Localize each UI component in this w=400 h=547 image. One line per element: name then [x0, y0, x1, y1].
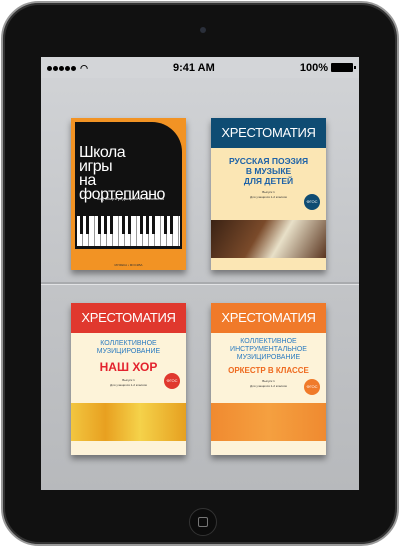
publisher: МУЗЫКА • МОСКВА: [114, 263, 143, 267]
battery-icon: [331, 63, 356, 73]
home-icon: [198, 517, 208, 527]
book-shkola-igry[interactable]: Школа игры на фортепиано под общей редакцие…: [71, 118, 186, 270]
book-title: ОРКЕСТР В КЛАССЕ: [228, 366, 309, 375]
book-nash-khor[interactable]: ХРЕСТОМАТИЯ КОЛЛЕКТИВНОЕ МУЗИЦИРОВАНИЕ НА…: [71, 303, 186, 455]
status-bar: ◠ 9:41 AM 100%: [41, 57, 359, 78]
series-band: ХРЕСТОМАТИЯ: [71, 303, 186, 333]
book-editor: под общей редакцией А. Николаева: [97, 196, 164, 201]
birds-illustration: [71, 403, 186, 441]
book-subtitle: КОЛЛЕКТИВНОЕ ИНСТРУМЕНТАЛЬНОЕ МУЗИЦИРОВАНИ…: [230, 338, 307, 361]
camera: [200, 27, 206, 33]
book-title: НАШ ХОР: [99, 360, 158, 374]
home-button[interactable]: [189, 508, 217, 536]
series-band: ХРЕСТОМАТИЯ: [211, 118, 326, 148]
cover-illustration: [211, 220, 326, 258]
book-subtitle: КОЛЛЕКТИВНОЕ МУЗИЦИРОВАНИЕ: [96, 340, 161, 355]
series-band: ХРЕСТОМАТИЯ: [211, 303, 326, 333]
book-title: Школа игры на фортепиано: [79, 144, 165, 203]
battery-percent: 100%: [299, 61, 328, 74]
status-time: 9:41 AM: [173, 61, 215, 74]
book-orkestr-v-klasse[interactable]: ХРЕСТОМАТИЯ КОЛЛЕКТИВНОЕ ИНСТРУМЕНТАЛЬНОЕ…: [211, 303, 326, 455]
book-russkaya-poeziya[interactable]: ХРЕСТОМАТИЯ РУССКАЯ ПОЭЗИЯ В МУЗЫКЕ ДЛЯ ДЕ…: [211, 118, 326, 270]
fgos-badge: ФГОС: [304, 379, 320, 395]
fgos-badge: ФГОС: [304, 194, 320, 210]
piano-keys: [77, 216, 180, 246]
wifi-icon: ◠: [80, 62, 88, 73]
signal-icon: ◠: [47, 62, 88, 74]
book-title: РУССКАЯ ПОЭЗИЯ В МУЗЫКЕ ДЛЯ ДЕТЕЙ: [228, 156, 309, 186]
fgos-badge: ФГОС: [164, 373, 180, 389]
shelf-divider: [41, 282, 359, 284]
screen: ◠ 9:41 AM 100% Школа игры на фортепиано под…: [41, 57, 359, 490]
instruments-illustration: [211, 403, 326, 441]
